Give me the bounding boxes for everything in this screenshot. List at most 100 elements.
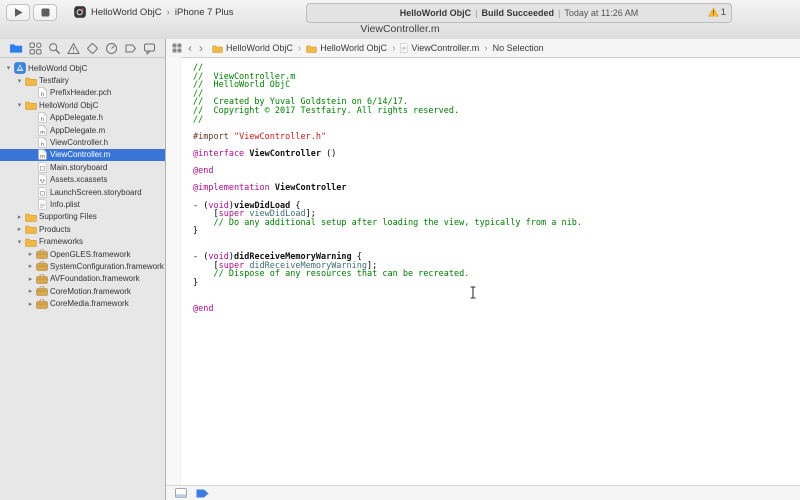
project-file-tree: ▾ HelloWorld ObjC ▾TestfairyhPrefixHeader.… [0, 58, 165, 310]
scheme-device[interactable]: iPhone 7 Plus [175, 7, 234, 18]
tree-item-appdelegate-h[interactable]: hAppDelegate.h [0, 112, 165, 124]
folder-icon [212, 44, 223, 53]
code-line: // HelloWorld ObjC [193, 81, 798, 90]
tree-item-avfoundation-framework[interactable]: ▸AVFoundation.framework [0, 273, 165, 285]
scheme-name[interactable]: HelloWorld ObjC [91, 7, 162, 18]
disclosure-triangle-icon[interactable]: ▸ [26, 262, 35, 270]
symbol-navigator-icon[interactable] [29, 42, 42, 55]
code-line: // Do any additional setup after loading… [193, 219, 798, 228]
framework-icon [35, 299, 49, 309]
breadcrumb-item-viewcontroller-m[interactable]: ViewController.m [400, 43, 479, 53]
code-line: @implementation ViewController [193, 184, 798, 193]
related-items-icon[interactable] [172, 43, 182, 53]
tree-item-info-plist[interactable]: Info.plist [0, 198, 165, 210]
tree-item-viewcontroller-h[interactable]: hViewController.h [0, 136, 165, 148]
editor-area: ‹ › HelloWorld ObjC › HelloWorld ObjC › View… [166, 39, 800, 500]
tree-item-testfairy[interactable]: ▾Testfairy [0, 74, 165, 86]
svg-text:h: h [40, 92, 43, 98]
tree-item-label: AppDelegate.h [50, 113, 103, 122]
tree-item-helloworld-objc[interactable]: ▾ HelloWorld ObjC [0, 99, 165, 111]
tree-item-viewcontroller-m[interactable]: m ViewController.m [0, 149, 165, 161]
test-navigator-icon[interactable] [86, 42, 99, 55]
tree-item-assets-xcassets[interactable]: Assets.xcassets [0, 174, 165, 186]
code-token: @implementation [193, 183, 270, 193]
warning-badge[interactable]: 1 [708, 7, 726, 18]
stop-icon [41, 8, 50, 17]
svg-text:m: m [40, 130, 45, 136]
tree-item-coremedia-framework[interactable]: ▸CoreMedia.framework [0, 297, 165, 309]
tree-item-main-storyboard[interactable]: Main.storyboard [0, 161, 165, 173]
disclosure-triangle-icon[interactable]: ▸ [26, 300, 35, 308]
code-token: } [193, 226, 198, 236]
debug-navigator-icon[interactable] [105, 42, 118, 55]
code-token: // Dispose of any resources that can be … [213, 269, 469, 279]
breadcrumb-item-no-selection[interactable]: No Selection [493, 43, 544, 53]
editor-bottom-bar [166, 485, 800, 500]
disclosure-triangle-icon[interactable]: ▾ [15, 77, 24, 85]
scheme-selector[interactable]: HelloWorld ObjC › iPhone 7 Plus [74, 6, 234, 18]
tree-item-opengles-framework[interactable]: ▸ OpenGLES.framework [0, 248, 165, 260]
tree-item-products[interactable]: ▸Products [0, 223, 165, 235]
code-line: } [193, 227, 798, 236]
tree-item-label: Frameworks [39, 237, 83, 246]
disclosure-triangle-icon[interactable]: ▸ [15, 213, 24, 221]
framework-icon [35, 261, 49, 271]
tree-item-label: ViewController.m [50, 150, 110, 159]
breadcrumb-separator-icon: › [298, 43, 301, 54]
code-line: @interface ViewController () [193, 150, 798, 159]
tree-item-supporting-files[interactable]: ▸Supporting Files [0, 211, 165, 223]
code-line: } [193, 279, 798, 288]
disclosure-triangle-icon[interactable]: ▸ [15, 225, 24, 233]
forward-button[interactable]: › [198, 43, 204, 53]
breakpoint-arrow-icon[interactable] [196, 489, 209, 498]
framework-icon [35, 274, 49, 284]
breadcrumb-item-helloworld-objc[interactable]: HelloWorld ObjC [212, 43, 293, 53]
debug-area-toggle-icon[interactable] [175, 488, 187, 498]
tree-item-label: HelloWorld ObjC [39, 101, 98, 110]
issue-navigator-icon[interactable] [67, 42, 80, 55]
scheme-app-icon [74, 6, 86, 18]
project-navigator-icon[interactable] [9, 42, 23, 54]
disclosure-triangle-icon[interactable]: ▾ [15, 101, 24, 109]
tree-item-coremotion-framework[interactable]: ▸ CoreMotion.framework [0, 285, 165, 297]
tree-item-label: CoreMotion.framework [50, 287, 131, 296]
folder-icon [24, 224, 38, 234]
find-navigator-icon[interactable] [48, 42, 61, 55]
code-line [193, 287, 798, 296]
tree-item-frameworks[interactable]: ▾ Frameworks [0, 235, 165, 247]
tree-item-label: Assets.xcassets [50, 175, 107, 184]
breadcrumb-separator-icon: › [484, 43, 487, 54]
file-icon [400, 43, 408, 53]
disclosure-triangle-icon[interactable]: ▸ [26, 287, 35, 295]
tree-item-launchscreen-storyboard[interactable]: LaunchScreen.storyboard [0, 186, 165, 198]
svg-text:m: m [40, 154, 45, 160]
run-button[interactable] [6, 4, 30, 21]
plist-icon [35, 199, 49, 210]
tree-item-label: OpenGLES.framework [50, 250, 130, 259]
tree-item-label: ViewController.h [50, 138, 108, 147]
code-token: // Copyright © 2017 Testfairy. All right… [193, 106, 459, 116]
status-message: Build Succeeded [481, 8, 554, 18]
breakpoint-navigator-icon[interactable] [124, 42, 137, 55]
tree-item-helloworld-objc[interactable]: ▾HelloWorld ObjC [0, 62, 165, 74]
breadcrumb-item-helloworld-objc[interactable]: HelloWorld ObjC [306, 43, 387, 53]
tree-item-systemconfiguration-framework[interactable]: ▸SystemConfiguration.framework [0, 260, 165, 272]
assets-icon [35, 174, 49, 185]
file-h-icon: h [35, 112, 49, 123]
back-button[interactable]: ‹ [187, 43, 193, 53]
disclosure-triangle-icon[interactable]: ▸ [26, 250, 35, 258]
file-m-icon: m [35, 125, 49, 136]
stop-button[interactable] [33, 4, 57, 21]
report-navigator-icon[interactable] [143, 42, 156, 55]
disclosure-triangle-icon[interactable]: ▸ [26, 275, 35, 283]
tree-item-prefixheader-pch[interactable]: hPrefixHeader.pch [0, 87, 165, 99]
status-separator: | [558, 8, 560, 18]
disclosure-triangle-icon[interactable]: ▾ [15, 238, 24, 246]
mouse-cursor-ibeam [469, 286, 477, 304]
tree-item-appdelegate-m[interactable]: mAppDelegate.m [0, 124, 165, 136]
tree-item-label: LaunchScreen.storyboard [50, 188, 142, 197]
disclosure-triangle-icon[interactable]: ▾ [4, 64, 13, 72]
project-icon [13, 62, 27, 74]
source-code-editor[interactable]: //// ViewController.m// HelloWorld ObjC/… [181, 57, 800, 486]
folder-icon [24, 76, 38, 86]
